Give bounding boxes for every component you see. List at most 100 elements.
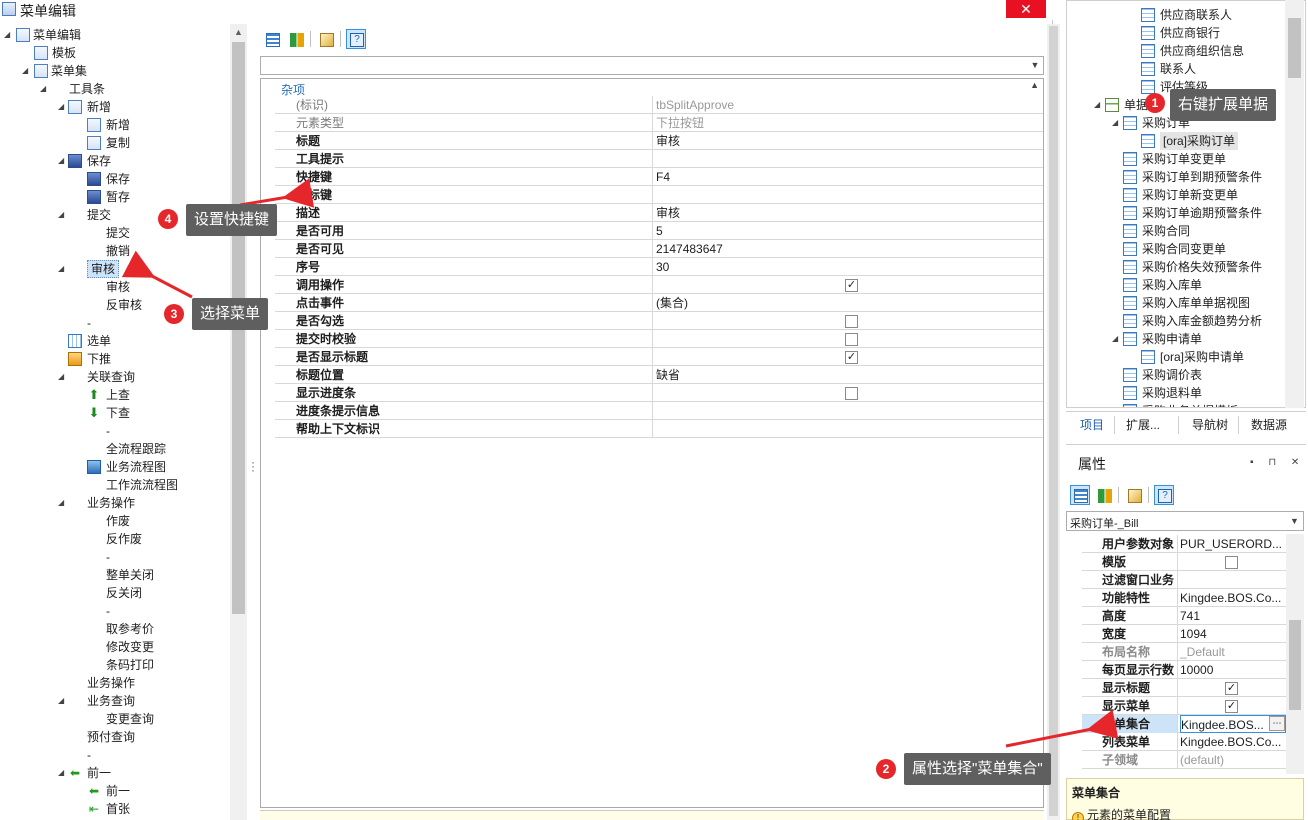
prop-help-button[interactable]: ?: [1154, 485, 1174, 505]
property-value[interactable]: PUR_USERORD...: [1180, 535, 1286, 553]
expand-arrow-icon[interactable]: ◢: [58, 260, 68, 278]
property-row[interactable]: 高度 741: [1082, 607, 1286, 625]
property-row[interactable]: 子领域 (default): [1082, 751, 1286, 769]
object-selector[interactable]: ▼: [260, 56, 1044, 75]
tree-item[interactable]: 全流程跟踪: [0, 440, 230, 458]
tree-item[interactable]: ◢ 审核: [0, 260, 230, 278]
grid-row-value[interactable]: 30: [656, 258, 1042, 276]
expand-arrow-icon[interactable]: ◢: [58, 368, 68, 386]
property-pages-button[interactable]: [316, 29, 336, 49]
tree-item[interactable]: 模板: [0, 44, 230, 62]
tree-item[interactable]: 业务流程图: [0, 458, 230, 476]
expand-arrow-icon[interactable]: ◢: [1112, 330, 1118, 348]
checkbox-checked[interactable]: ✓: [845, 279, 858, 292]
expand-arrow-icon[interactable]: ◢: [58, 494, 68, 512]
checkbox-checked[interactable]: ✓: [1225, 700, 1238, 713]
tree-item[interactable]: -: [0, 422, 230, 440]
grid-row[interactable]: 调用操作 ✓: [275, 276, 1043, 294]
grid-row[interactable]: 是否可见 2147483647: [275, 240, 1043, 258]
tree-item[interactable]: 变更查询: [0, 710, 230, 728]
property-row[interactable]: 显示菜单 ✓: [1082, 697, 1286, 715]
tree-item[interactable]: 反作废: [0, 530, 230, 548]
grid-row-value[interactable]: [656, 402, 1042, 420]
dialog-scroll-thumb[interactable]: [1049, 26, 1058, 816]
property-row[interactable]: 功能特性 Kingdee.BOS.Co...: [1082, 589, 1286, 607]
property-value[interactable]: Kingdee.BOS.Co...: [1180, 733, 1286, 751]
tree-item[interactable]: 条码打印: [0, 656, 230, 674]
tree-item[interactable]: ⇤ 首张: [0, 800, 230, 818]
grid-row[interactable]: 显示进度条: [275, 384, 1043, 402]
grid-row-value[interactable]: 5: [656, 222, 1042, 240]
tree-item[interactable]: 撤销: [0, 242, 230, 260]
property-value[interactable]: Kingdee.BOS.Co...: [1180, 589, 1286, 607]
grid-row-value[interactable]: (集合): [656, 294, 1042, 312]
tab-nav-tree[interactable]: 导航树: [1192, 416, 1228, 434]
scroll-up-icon[interactable]: ▲: [230, 24, 247, 40]
expand-arrow-icon[interactable]: ◢: [1094, 96, 1100, 114]
grid-row-value[interactable]: ✓: [656, 348, 1042, 366]
tree-item[interactable]: ⬅ 前一: [0, 782, 230, 800]
properties-object-selector[interactable]: 采购订单-_Bill ▼: [1066, 511, 1304, 531]
tree-item[interactable]: 工作流流程图: [0, 476, 230, 494]
categorized-button[interactable]: [262, 29, 282, 49]
bill-tree-scrollbar[interactable]: [1285, 0, 1304, 408]
close-button[interactable]: ✕: [1006, 0, 1046, 18]
ellipsis-button[interactable]: ⋯: [1269, 716, 1285, 731]
grid-row[interactable]: 标题 审核: [275, 132, 1043, 150]
grid-row[interactable]: 标题位置 缺省: [275, 366, 1043, 384]
property-value[interactable]: _Default: [1180, 643, 1286, 661]
tree-item[interactable]: ◢ 菜单集: [0, 62, 230, 80]
chevron-down-icon[interactable]: ▼: [1027, 57, 1043, 74]
tab-project[interactable]: 项目: [1080, 416, 1104, 434]
tree-item[interactable]: 复制: [0, 134, 230, 152]
property-row[interactable]: 每页显示行数 10000: [1082, 661, 1286, 679]
tree-item[interactable]: ◢ 菜单编辑: [0, 26, 230, 44]
tree-item[interactable]: ⬇ 下查: [0, 404, 230, 422]
expand-arrow-icon[interactable]: ◢: [58, 152, 68, 170]
grid-row[interactable]: 元素类型 下拉按钮: [275, 114, 1043, 132]
checkbox-checked[interactable]: ✓: [845, 351, 858, 364]
tree-item[interactable]: ◢ 业务查询: [0, 692, 230, 710]
bill-tree[interactable]: 供应商联系人 供应商银行 供应商组织信息 联系人 评估等级 ◢ 单据 ◢ 采购订单 [ora]采购…: [1066, 0, 1306, 408]
tree-item[interactable]: ◢ 保存: [0, 152, 230, 170]
grid-row-value[interactable]: [656, 384, 1042, 402]
bill-tree-scroll-thumb[interactable]: [1288, 18, 1301, 78]
grid-row-value[interactable]: tbSplitApprove: [656, 96, 1042, 114]
tree-item[interactable]: 作废: [0, 512, 230, 530]
property-row[interactable]: 菜单集合 Kingdee.BOS... ⋯: [1082, 715, 1286, 733]
grid-row[interactable]: 进度条提示信息: [275, 402, 1043, 420]
splitter-grip-icon[interactable]: · · ·: [251, 456, 255, 476]
tree-item[interactable]: 预付查询: [0, 728, 230, 746]
tree-item[interactable]: 取参考价: [0, 620, 230, 638]
tree-item[interactable]: ◢ ⬅ 前一: [0, 764, 230, 782]
grid-row[interactable]: 图标键: [275, 186, 1043, 204]
tree-item[interactable]: ◢ 业务操作: [0, 494, 230, 512]
prop-pages-button[interactable]: [1124, 485, 1144, 505]
grid-row[interactable]: 序号 30: [275, 258, 1043, 276]
tree-item[interactable]: 保存: [0, 170, 230, 188]
grid-row-value[interactable]: 缺省: [656, 366, 1042, 384]
grid-row[interactable]: 点击事件 (集合): [275, 294, 1043, 312]
expand-arrow-icon[interactable]: ◢: [4, 26, 14, 44]
expand-arrow-icon[interactable]: ◢: [22, 62, 32, 80]
property-row[interactable]: 显示标题 ✓: [1082, 679, 1286, 697]
properties-scrollbar[interactable]: [1286, 534, 1304, 774]
checkbox-checked[interactable]: ✓: [1225, 682, 1238, 695]
grid-category[interactable]: 杂项 ▲: [261, 79, 1043, 97]
grid-row[interactable]: 是否勾选: [275, 312, 1043, 330]
checkbox-unchecked[interactable]: [845, 333, 858, 346]
property-row[interactable]: 布局名称 _Default: [1082, 643, 1286, 661]
help-button[interactable]: ?: [346, 29, 366, 49]
grid-row-value[interactable]: [656, 312, 1042, 330]
tree-item[interactable]: 选单: [0, 332, 230, 350]
property-row[interactable]: 模版: [1082, 553, 1286, 571]
grid-row-value[interactable]: [656, 330, 1042, 348]
tree-item[interactable]: ⬆ 上查: [0, 386, 230, 404]
tree-item[interactable]: 业务操作: [0, 674, 230, 692]
tree-item[interactable]: 新增: [0, 116, 230, 134]
grid-row-value[interactable]: [656, 150, 1042, 168]
panel-window-buttons[interactable]: ▪ ⊓ ✕: [1250, 457, 1305, 468]
expand-arrow-icon[interactable]: ◢: [40, 80, 50, 98]
grid-row[interactable]: (标识) tbSplitApprove: [275, 96, 1043, 114]
property-value[interactable]: 10000: [1180, 661, 1286, 679]
